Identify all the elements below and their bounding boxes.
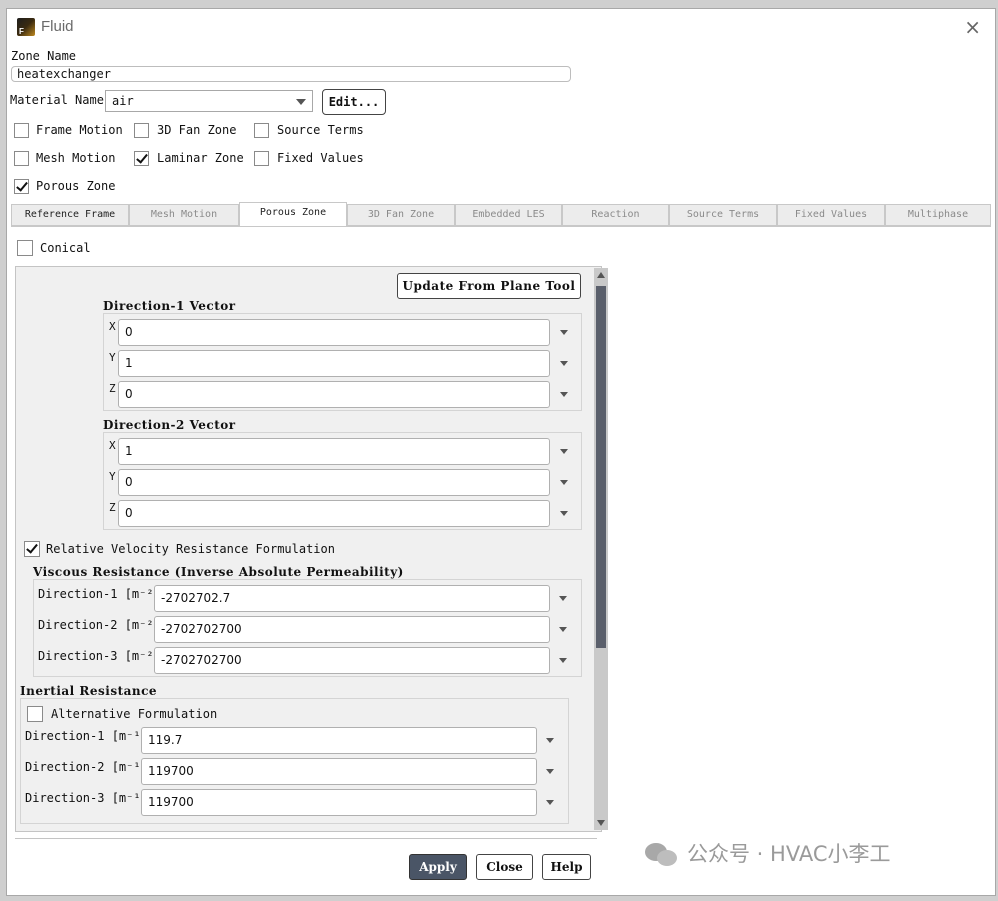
- close-icon[interactable]: ×: [964, 15, 981, 39]
- viscous-direction-2-input[interactable]: -2702702700: [154, 616, 550, 643]
- scroll-down-icon[interactable]: [597, 820, 605, 826]
- axis-x-label: X: [109, 439, 116, 452]
- window-title: Fluid: [41, 18, 74, 35]
- laminar-zone-label: Laminar Zone: [157, 151, 244, 165]
- fan-zone-checkbox[interactable]: [134, 123, 149, 138]
- axis-z-label: Z: [109, 382, 116, 395]
- material-name-label: Material Name: [10, 93, 104, 107]
- apply-button[interactable]: Apply: [409, 854, 467, 880]
- fixed-values-label: Fixed Values: [277, 151, 364, 165]
- update-from-plane-tool-button[interactable]: Update From Plane Tool: [397, 273, 581, 299]
- viscous-direction-2-label: Direction-2 [m⁻²]: [38, 618, 161, 632]
- relative-velocity-label: Relative Velocity Resistance Formulation: [46, 542, 335, 556]
- direction-1-x-input[interactable]: 0: [118, 319, 550, 346]
- frame-motion-label: Frame Motion: [36, 123, 123, 137]
- tab-mesh-motion[interactable]: Mesh Motion: [129, 204, 239, 226]
- axis-y-label: Y: [109, 351, 116, 364]
- fluid-dialog: F Fluid × Zone Name heatexchanger Materi…: [6, 8, 996, 896]
- chevron-down-icon[interactable]: [560, 511, 568, 516]
- inertial-direction-2-label: Direction-2 [m⁻¹]: [25, 760, 148, 774]
- direction-1-y-input[interactable]: 1: [118, 350, 550, 377]
- chevron-down-icon[interactable]: [546, 738, 554, 743]
- chevron-down-icon[interactable]: [546, 800, 554, 805]
- tab-strip: Reference Frame Mesh Motion Porous Zone …: [11, 202, 991, 227]
- direction-1-z-input[interactable]: 0: [118, 381, 550, 408]
- watermark: 公众号 · HVAC小李工: [645, 838, 891, 868]
- direction-2-vector-title: Direction-2 Vector: [103, 418, 236, 432]
- vertical-scrollbar[interactable]: [594, 268, 608, 830]
- alternative-formulation-label: Alternative Formulation: [51, 707, 218, 721]
- chevron-down-icon[interactable]: [559, 658, 567, 663]
- chevron-down-icon[interactable]: [559, 596, 567, 601]
- axis-y-label: Y: [109, 470, 116, 483]
- chevron-down-icon[interactable]: [560, 480, 568, 485]
- inertial-direction-3-label: Direction-3 [m⁻¹]: [25, 791, 148, 805]
- direction-2-z-input[interactable]: 0: [118, 500, 550, 527]
- direction-1-vector-title: Direction-1 Vector: [103, 299, 236, 313]
- source-terms-label: Source Terms: [277, 123, 364, 137]
- watermark-text: 公众号 · HVAC小李工: [687, 842, 891, 866]
- alternative-formulation-checkbox[interactable]: [27, 706, 43, 722]
- direction-2-x-input[interactable]: 1: [118, 438, 550, 465]
- footer-divider: [15, 838, 597, 839]
- laminar-zone-checkbox[interactable]: [134, 151, 149, 166]
- help-button[interactable]: Help: [542, 854, 591, 880]
- chevron-down-icon[interactable]: [560, 361, 568, 366]
- fan-zone-label: 3D Fan Zone: [157, 123, 237, 137]
- source-terms-checkbox[interactable]: [254, 123, 269, 138]
- inertial-direction-1-input[interactable]: 119.7: [141, 727, 537, 754]
- viscous-direction-1-label: Direction-1 [m⁻²]: [38, 587, 161, 601]
- tab-multiphase[interactable]: Multiphase: [885, 204, 991, 226]
- viscous-resistance-title: Viscous Resistance (Inverse Absolute Per…: [33, 565, 404, 579]
- scrollbar-thumb[interactable]: [596, 286, 606, 648]
- material-select[interactable]: air: [105, 90, 313, 112]
- direction-1-vector-group: X 0 Y 1 Z 0: [103, 313, 582, 411]
- viscous-resistance-group: Direction-1 [m⁻²] -2702702.7 Direction-2…: [33, 579, 582, 677]
- chevron-down-icon[interactable]: [546, 769, 554, 774]
- zone-name-label: Zone Name: [11, 49, 77, 63]
- conical-checkbox[interactable]: [17, 240, 33, 256]
- mesh-motion-checkbox[interactable]: [14, 151, 29, 166]
- inertial-direction-3-input[interactable]: 119700: [141, 789, 537, 816]
- tab-embedded-les[interactable]: Embedded LES: [455, 204, 562, 226]
- chevron-down-icon: [296, 99, 306, 105]
- fluent-app-icon: F: [17, 18, 35, 36]
- porous-zone-checkbox[interactable]: [14, 179, 29, 194]
- material-select-value: air: [112, 94, 134, 108]
- relative-velocity-checkbox[interactable]: [24, 541, 40, 557]
- viscous-direction-1-input[interactable]: -2702702.7: [154, 585, 550, 612]
- inertial-resistance-group: Alternative Formulation Direction-1 [m⁻¹…: [20, 698, 569, 824]
- chevron-down-icon[interactable]: [559, 627, 567, 632]
- chevron-down-icon[interactable]: [560, 392, 568, 397]
- tab-reaction[interactable]: Reaction: [562, 204, 669, 226]
- porous-parameters-scroll-area[interactable]: Update From Plane Tool Direction-1 Vecto…: [15, 266, 608, 832]
- porous-zone-label: Porous Zone: [36, 179, 116, 193]
- inertial-direction-2-input[interactable]: 119700: [141, 758, 537, 785]
- tab-3d-fan-zone[interactable]: 3D Fan Zone: [347, 204, 455, 226]
- direction-2-y-input[interactable]: 0: [118, 469, 550, 496]
- inertial-resistance-title: Inertial Resistance: [20, 684, 158, 698]
- tab-source-terms[interactable]: Source Terms: [669, 204, 777, 226]
- inertial-direction-1-label: Direction-1 [m⁻¹]: [25, 729, 148, 743]
- axis-x-label: X: [109, 320, 116, 333]
- tab-reference-frame[interactable]: Reference Frame: [11, 204, 129, 226]
- close-button[interactable]: Close: [476, 854, 533, 880]
- viscous-direction-3-label: Direction-3 [m⁻²]: [38, 649, 161, 663]
- frame-motion-checkbox[interactable]: [14, 123, 29, 138]
- axis-z-label: Z: [109, 501, 116, 514]
- edit-material-button[interactable]: Edit...: [322, 89, 386, 115]
- direction-2-vector-group: X 1 Y 0 Z 0: [103, 432, 582, 530]
- wechat-icon: [645, 843, 679, 867]
- chevron-down-icon[interactable]: [560, 330, 568, 335]
- mesh-motion-label: Mesh Motion: [36, 151, 116, 165]
- tab-fixed-values[interactable]: Fixed Values: [777, 204, 885, 226]
- zone-name-input[interactable]: heatexchanger: [11, 66, 571, 82]
- conical-label: Conical: [40, 241, 91, 255]
- fixed-values-checkbox[interactable]: [254, 151, 269, 166]
- chevron-down-icon[interactable]: [560, 449, 568, 454]
- tab-porous-zone[interactable]: Porous Zone: [239, 202, 347, 227]
- title-bar: F Fluid ×: [7, 9, 995, 45]
- viscous-direction-3-input[interactable]: -2702702700: [154, 647, 550, 674]
- scroll-up-icon[interactable]: [597, 272, 605, 278]
